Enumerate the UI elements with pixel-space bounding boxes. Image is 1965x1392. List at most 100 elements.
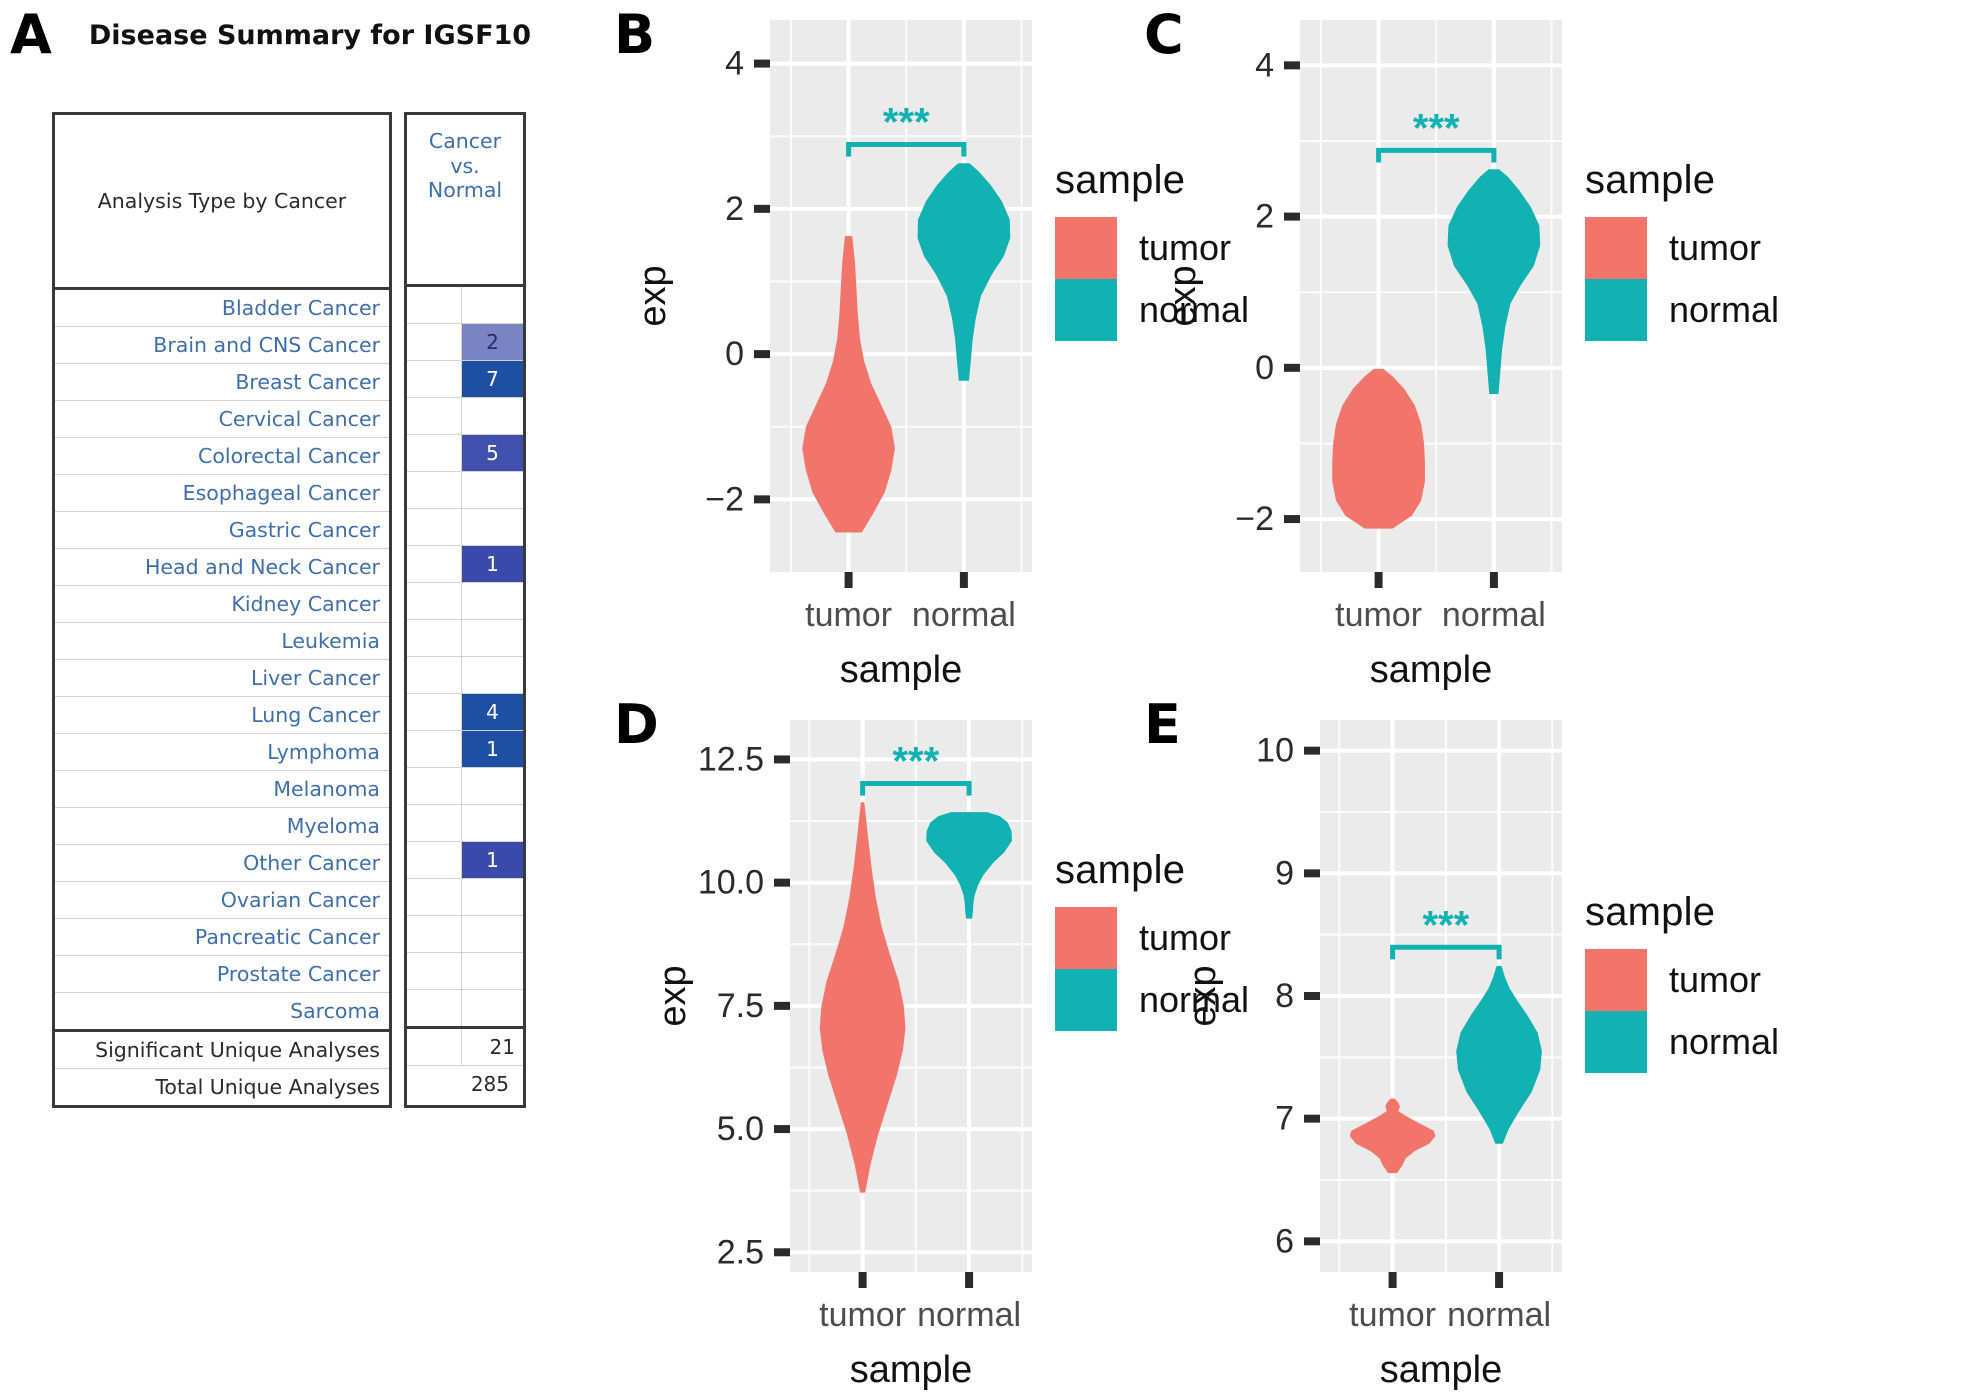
legend-swatch-tumor[interactable] (1055, 907, 1117, 969)
table-row[interactable] (407, 287, 523, 324)
legend-swatch-tumor[interactable] (1055, 217, 1117, 279)
table-cell-blank (407, 805, 462, 841)
table-cell-value (462, 768, 523, 804)
table-cell-blank (407, 583, 462, 619)
legend-swatch-normal[interactable] (1585, 1011, 1647, 1073)
table-row[interactable] (407, 805, 523, 842)
table-row[interactable]: 1 (407, 731, 523, 768)
table-row-label[interactable]: Breast Cancer (55, 364, 389, 401)
y-axis-tick-label: −2 (705, 480, 744, 518)
table-row-label[interactable]: Gastric Cancer (55, 512, 389, 549)
table-row-label[interactable]: Ovarian Cancer (55, 882, 389, 919)
table-row-label[interactable]: Esophageal Cancer (55, 475, 389, 512)
table-row[interactable] (407, 879, 523, 916)
table-row-label[interactable]: Kidney Cancer (55, 586, 389, 623)
y-axis-tick-label: 8 (1275, 977, 1294, 1015)
panel-d-violin-plot: *** 2.5 5.0 7.5 10.0 12.5 tumor normal sample exp (620, 690, 1050, 1390)
table-row[interactable] (407, 990, 523, 1029)
y-axis-tick (1284, 212, 1300, 221)
table-row-label[interactable]: Cervical Cancer (55, 401, 389, 438)
table-row[interactable] (407, 472, 523, 509)
table-cell-value (462, 398, 523, 434)
y-axis-tick (774, 755, 790, 764)
y-axis-tick-label: −2 (1235, 500, 1274, 538)
y-axis-title: exp (652, 965, 694, 1026)
table-row[interactable] (407, 768, 523, 805)
legend-body: tumor normal (1585, 217, 1779, 341)
y-axis-tick-label: 7.5 (717, 987, 764, 1025)
table-cell-blank (407, 657, 462, 693)
table-row-label[interactable]: Other Cancer (55, 845, 389, 882)
y-axis-tick (774, 878, 790, 887)
legend-swatch-normal[interactable] (1585, 279, 1647, 341)
y-axis-tick (754, 495, 770, 504)
table-row-label[interactable]: Brain and CNS Cancer (55, 327, 389, 364)
table-footer-row-significant: 21 (407, 1029, 523, 1066)
table-row-label[interactable]: Melanoma (55, 771, 389, 808)
legend-swatches (1055, 907, 1117, 1031)
table-row[interactable]: 2 (407, 324, 523, 361)
legend-label-normal[interactable]: normal (1669, 1011, 1779, 1073)
legend-swatches (1585, 949, 1647, 1073)
table-row[interactable] (407, 916, 523, 953)
table-row-label[interactable]: Prostate Cancer (55, 956, 389, 993)
legend-label-tumor[interactable]: tumor (1669, 217, 1779, 279)
table-row-label[interactable]: Leukemia (55, 623, 389, 660)
y-axis-tick-label: 9 (1275, 854, 1294, 892)
legend-panel-c: sample tumor normal (1585, 158, 1779, 341)
table-row[interactable] (407, 398, 523, 435)
y-axis-tick-label: 2 (1255, 198, 1274, 236)
x-axis-tick (844, 572, 853, 588)
y-axis-tick-label: 6 (1275, 1222, 1294, 1260)
table-right-column: Cancer vs. Normal 2 7 5 1 4 1 1 21 285 (404, 112, 526, 1108)
table-row[interactable]: 1 (407, 546, 523, 583)
table-row[interactable]: 1 (407, 842, 523, 879)
table-row-label[interactable]: Colorectal Cancer (55, 438, 389, 475)
table-row[interactable]: 5 (407, 435, 523, 472)
table-row[interactable] (407, 509, 523, 546)
table-cell-value: 7 (462, 361, 523, 397)
y-axis-tick-label: 10 (1256, 732, 1294, 770)
legend-swatch-tumor[interactable] (1585, 949, 1647, 1011)
table-row[interactable] (407, 953, 523, 990)
table-row-label[interactable]: Head and Neck Cancer (55, 549, 389, 586)
y-axis-title: exp (632, 265, 674, 326)
y-axis-tick (754, 59, 770, 68)
y-axis-tick-label: 10.0 (698, 864, 764, 902)
table-cell-value (462, 620, 523, 656)
table-row-label[interactable]: Lymphoma (55, 734, 389, 771)
table-row-label[interactable]: Bladder Cancer (55, 290, 389, 327)
table-row[interactable]: 7 (407, 361, 523, 398)
table-row-label[interactable]: Sarcoma (55, 993, 389, 1032)
legend-swatch-normal[interactable] (1055, 279, 1117, 341)
table-cell-blank (407, 435, 462, 471)
significant-unique-analyses-value: 21 (489, 1035, 515, 1059)
table-cell-blank (407, 953, 462, 989)
legend-label-tumor[interactable]: tumor (1669, 949, 1779, 1011)
x-axis-tick (1388, 1272, 1397, 1288)
table-cell-blank (407, 1029, 462, 1065)
table-row[interactable]: 4 (407, 694, 523, 731)
x-axis-title: sample (840, 649, 963, 690)
table-row-label[interactable]: Pancreatic Cancer (55, 919, 389, 956)
y-axis-tick (1304, 869, 1320, 878)
table-row-label[interactable]: Lung Cancer (55, 697, 389, 734)
y-axis-tick (1284, 363, 1300, 372)
table-cell-value (462, 805, 523, 841)
table-row-label[interactable]: Liver Cancer (55, 660, 389, 697)
y-axis-tick (1304, 1114, 1320, 1123)
y-axis-tick-label: 2.5 (717, 1233, 764, 1271)
table-cell-blank (407, 768, 462, 804)
table-row[interactable] (407, 620, 523, 657)
legend-swatch-normal[interactable] (1055, 969, 1117, 1031)
table-row-label[interactable]: Myeloma (55, 808, 389, 845)
x-axis-tick (858, 1272, 867, 1288)
table-cell-value (462, 583, 523, 619)
table-row[interactable] (407, 657, 523, 694)
legend-swatch-tumor[interactable] (1585, 217, 1647, 279)
table-cell-value: 1 (462, 842, 523, 878)
x-axis-tick-label: normal (1447, 1296, 1551, 1334)
table-row[interactable] (407, 583, 523, 620)
table-cell-value: 1 (462, 731, 523, 767)
legend-label-normal[interactable]: normal (1669, 279, 1779, 341)
